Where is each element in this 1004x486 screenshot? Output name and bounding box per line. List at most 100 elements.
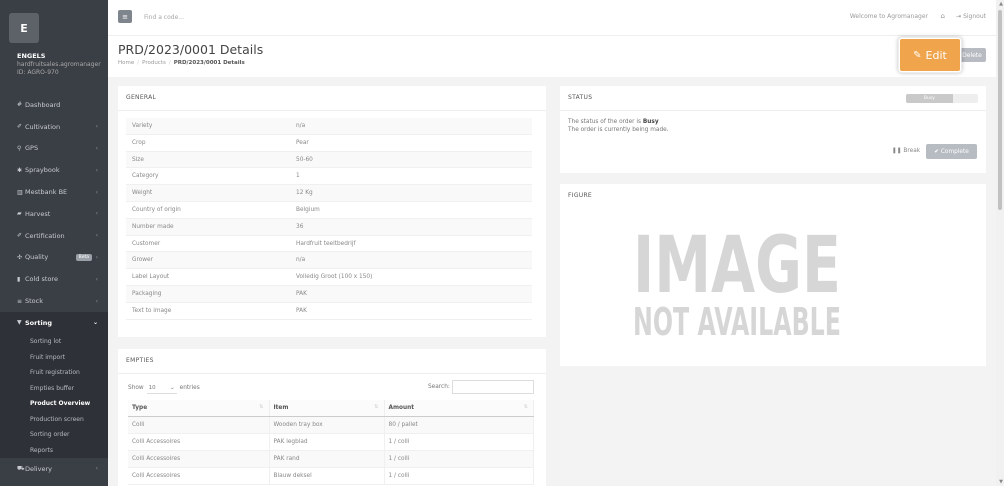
- sidebar-item-label: Harvest: [25, 209, 51, 218]
- table-row: Category 1: [126, 168, 532, 186]
- chevron-left-icon: ‹: [95, 210, 98, 218]
- list-icon: ≡: [17, 297, 23, 305]
- sidebar-item-cultivation[interactable]: ✐ Cultivation ‹: [0, 116, 108, 138]
- breadcrumb-home[interactable]: Home: [118, 60, 134, 66]
- entries-select[interactable]: 10 ⌄: [146, 382, 177, 394]
- subnav-item-product-overview[interactable]: Product Overview: [0, 396, 108, 412]
- sidebar-item-certification[interactable]: ✐ Certification ‹: [0, 225, 108, 247]
- sidebar-item-label: Delivery: [25, 464, 52, 473]
- status-description: The order is currently being made.: [568, 127, 669, 133]
- entries-value: 10: [148, 384, 156, 391]
- field-value: 50-60: [296, 156, 313, 163]
- column-header-item[interactable]: Item ⇅: [269, 400, 385, 417]
- sorting-submenu: Sorting lot Fruit import Fruit registrat…: [0, 333, 108, 458]
- table-row: Variety n/a: [126, 118, 532, 135]
- check-icon: ✔: [934, 148, 940, 155]
- sidebar-item-cold-store[interactable]: ▮ Cold store ‹: [0, 268, 108, 290]
- subnav-item-fruit-import[interactable]: Fruit import: [0, 349, 108, 365]
- sidebar-item-label: GPS: [25, 144, 39, 153]
- scroll-thumb[interactable]: [998, 10, 1002, 210]
- field-label: Category: [132, 173, 159, 180]
- subnav-item-fruit-registration[interactable]: Fruit registration: [0, 365, 108, 381]
- status-badge: Busy: [906, 94, 953, 103]
- table-row: Colli Accessoires PAK legblad 1 / colli: [128, 433, 534, 451]
- thermometer-icon: ▮: [17, 275, 21, 283]
- column-header-amount[interactable]: Amount ⇅: [384, 400, 534, 417]
- sidebar-item-label: Spraybook: [25, 166, 60, 175]
- search-input[interactable]: [452, 380, 534, 394]
- field-label: Customer: [132, 240, 161, 247]
- field-value: 36: [296, 223, 304, 230]
- user-id: ID: AGRO-970: [17, 69, 59, 76]
- field-value: 1: [296, 173, 300, 180]
- table-header-row: Type ⇅ Item ⇅ Amount ⇅: [128, 400, 534, 417]
- subnav-item-sorting-order[interactable]: Sorting order: [0, 427, 108, 443]
- field-value: Volledig Groot (100 x 150): [296, 274, 373, 281]
- chevron-left-icon: ‹: [95, 188, 98, 196]
- chevron-left-icon: ‹: [95, 253, 98, 261]
- sidebar-item-harvest[interactable]: ▰ Harvest ‹: [0, 203, 108, 225]
- field-label: Grower: [132, 257, 153, 264]
- sidebar-item-dashboard[interactable]: # Dashboard: [0, 94, 108, 116]
- complete-button[interactable]: ✔ Complete: [926, 144, 977, 159]
- field-label: Weight: [132, 190, 153, 197]
- sidebar-item-spraybook[interactable]: ✱ Spraybook ‹: [0, 159, 108, 181]
- signout-link[interactable]: ⇥ Signout: [956, 13, 986, 20]
- subnav-item-sorting-lot[interactable]: Sorting lot: [0, 334, 108, 350]
- table-row: Text to image PAK: [126, 303, 532, 320]
- sidebar-item-gps[interactable]: ⚲ GPS ‹: [0, 138, 108, 160]
- welcome-text: Welcome to Agromanager: [849, 13, 928, 20]
- delete-button[interactable]: Delete: [958, 48, 986, 62]
- find-code-input[interactable]: [138, 10, 288, 24]
- sidebar-item-stock[interactable]: ≡ Stock ‹: [0, 290, 108, 312]
- chevron-left-icon: ‹: [95, 144, 98, 152]
- table-row: Crop Pear: [126, 135, 532, 152]
- page-title: PRD/2023/0001 Details: [118, 42, 264, 57]
- sidebar-item-quality[interactable]: ✣ Quality Beta ‹: [0, 247, 108, 269]
- page-scrollbar[interactable]: ▲ ▼: [996, 0, 1004, 486]
- field-label: Size: [132, 156, 144, 163]
- subnav-item-production-screen[interactable]: Production screen: [0, 411, 108, 427]
- menu-toggle-icon[interactable]: ≡: [118, 10, 132, 23]
- bank-icon: ▥: [17, 188, 23, 196]
- empties-table: Type ⇅ Item ⇅ Amount ⇅ Colli Wooden tray box…: [128, 400, 534, 485]
- sidebar-item-delivery[interactable]: ⛟ Delivery ‹: [0, 458, 108, 480]
- status-progress-bar: Busy: [906, 94, 978, 103]
- break-button[interactable]: ❚❚ Break: [890, 144, 922, 158]
- field-value: Belgium: [296, 207, 320, 213]
- table-row: Weight 12 Kg: [126, 185, 532, 202]
- table-row: Grower n/a: [126, 252, 532, 270]
- status-text: The status of the order is Busy: [568, 119, 659, 125]
- chevron-left-icon: ‹: [95, 123, 98, 131]
- scroll-down-icon[interactable]: ▼: [999, 479, 1003, 485]
- field-label: Crop: [132, 139, 146, 146]
- sidebar-item-mestbank[interactable]: ▥ Mestbank BE ‹: [0, 181, 108, 203]
- chevron-left-icon: ‹: [95, 166, 98, 174]
- table-row: Size 50-60: [126, 151, 532, 169]
- chevron-left-icon: ‹: [95, 275, 98, 283]
- general-title: GENERAL: [126, 94, 157, 101]
- table-row: Packaging PAK: [126, 286, 532, 303]
- sidebar-item-label: Quality: [25, 253, 49, 262]
- pencil-icon: ✐: [17, 123, 23, 131]
- edit-button-label: Edit: [925, 48, 947, 62]
- user-name: ENGELS: [17, 52, 46, 60]
- breadcrumb-current: PRD/2023/0001 Details: [173, 60, 245, 66]
- figure-title: FIGURE: [568, 192, 593, 199]
- home-icon[interactable]: ⌂: [941, 12, 945, 20]
- field-value: PAK: [296, 307, 307, 314]
- subnav-item-reports[interactable]: Reports: [0, 442, 108, 458]
- sort-icon: ⇅: [523, 404, 528, 410]
- breadcrumb-products[interactable]: Products: [142, 60, 166, 66]
- sidebar-item-sorting[interactable]: ▼ Sorting ⌄: [0, 311, 108, 334]
- chevron-left-icon: ‹: [95, 465, 98, 473]
- scroll-up-icon[interactable]: ▲: [999, 1, 1003, 7]
- table-row: Number made 36: [126, 218, 532, 236]
- subnav-item-empties-buffer[interactable]: Empties buffer: [0, 380, 108, 396]
- column-header-type[interactable]: Type ⇅: [128, 400, 270, 417]
- general-panel: GENERAL Variety n/a Crop Pear Size 50-60 Ca…: [118, 86, 546, 337]
- edit-button[interactable]: ✎ Edit: [900, 39, 960, 71]
- sidebar-item-label: Sorting: [25, 318, 52, 327]
- pause-icon: ❚❚: [891, 148, 902, 154]
- company-logo[interactable]: E: [9, 13, 39, 43]
